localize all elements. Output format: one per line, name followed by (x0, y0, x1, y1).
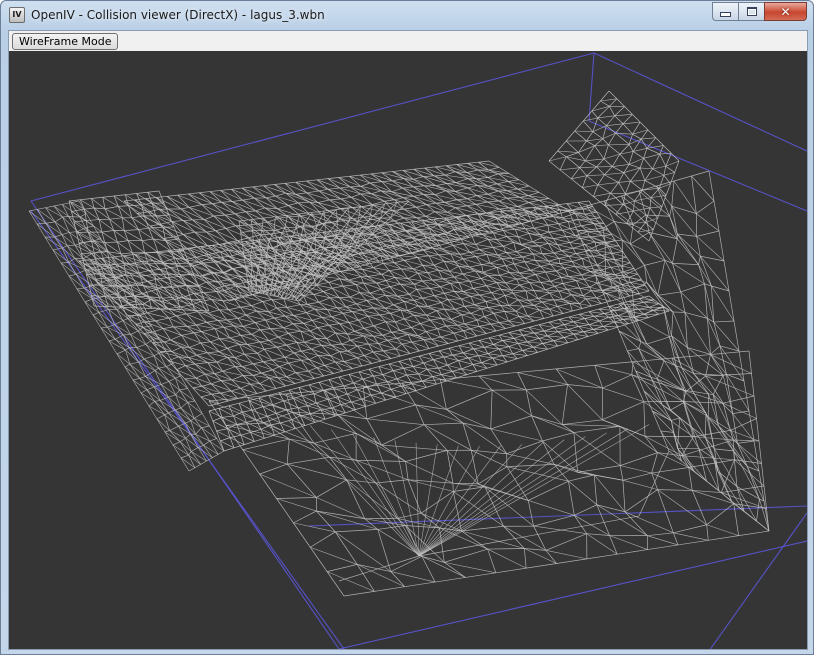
client-area: WireFrame Mode (8, 30, 808, 650)
minimize-button[interactable] (712, 2, 738, 21)
minimize-icon (720, 12, 731, 17)
wireframe-mesh (28, 90, 770, 597)
openiv-app-icon[interactable]: IV (9, 7, 25, 23)
maximize-icon (746, 7, 757, 16)
collision-viewport[interactable] (9, 51, 807, 649)
window-title: OpenIV - Collision viewer (DirectX) - la… (31, 8, 325, 22)
close-icon: ✕ (780, 4, 791, 19)
collision-mesh-render (28, 52, 807, 649)
caption-buttons: ✕ (712, 2, 807, 21)
maximize-button[interactable] (738, 2, 764, 21)
title-bar[interactable]: IV OpenIV - Collision viewer (DirectX) -… (1, 1, 813, 29)
close-button[interactable]: ✕ (764, 2, 807, 21)
app-window: IV OpenIV - Collision viewer (DirectX) -… (0, 0, 814, 655)
wireframe-mode-button[interactable]: WireFrame Mode (12, 33, 119, 50)
